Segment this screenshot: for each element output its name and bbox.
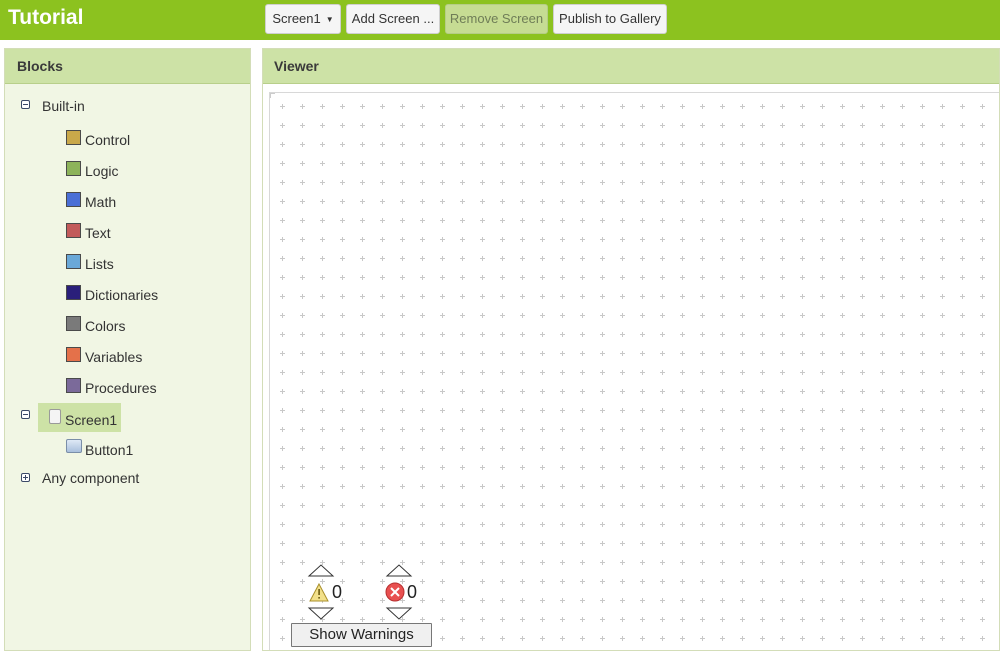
error-x-icon [385, 582, 405, 602]
errors-next-arrow[interactable] [385, 607, 413, 620]
errors-prev-arrow[interactable] [385, 564, 413, 577]
warnings-next-arrow[interactable] [307, 607, 335, 620]
warning-indicator [307, 564, 413, 620]
warnings-count: 0 [332, 582, 343, 602]
errors-count: 0 [407, 582, 418, 602]
warning-triangle-icon [309, 582, 329, 602]
show-warnings-button[interactable]: Show Warnings [291, 623, 432, 647]
warnings-prev-arrow[interactable] [307, 564, 335, 577]
